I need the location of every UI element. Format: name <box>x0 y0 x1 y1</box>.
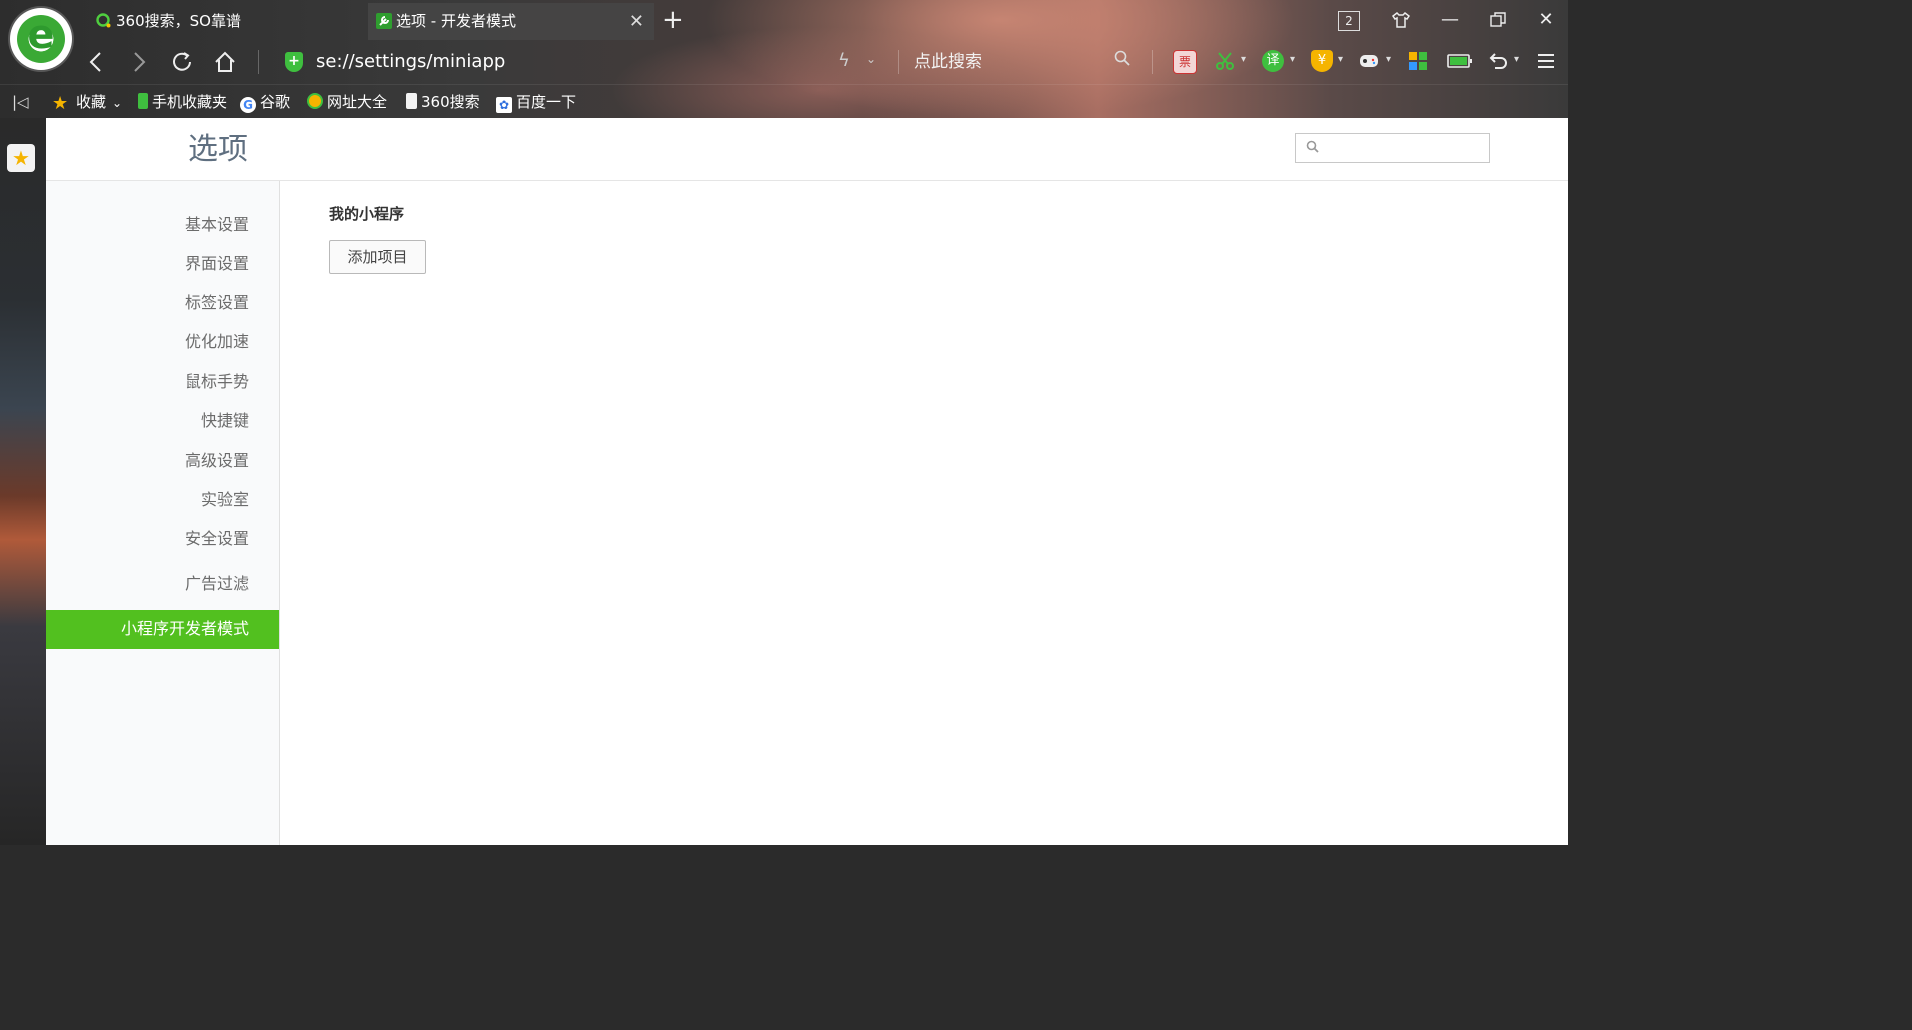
360-search-icon <box>96 13 111 28</box>
divider <box>898 50 899 74</box>
minimize-icon[interactable]: — <box>1435 6 1465 34</box>
sidebar-item-tabs[interactable]: 标签设置 <box>185 292 249 314</box>
security-shield-icon[interactable]: + <box>285 52 303 72</box>
bookmarks-bar: |◁ ★ 收藏 ⌄ 手机收藏夹 G 谷歌 网址大全 360搜索 ✿ 百度一下 <box>0 84 1568 119</box>
menu-icon[interactable] <box>1535 50 1557 72</box>
sidebar-item-miniapp-dev[interactable]: 小程序开发者模式 <box>46 610 279 649</box>
restore-icon[interactable] <box>1483 6 1513 34</box>
file-icon <box>406 93 417 109</box>
tab-count-badge[interactable]: 2 <box>1338 11 1360 31</box>
lightning-icon[interactable]: ϟ <box>838 50 850 71</box>
sidebar-item-lab[interactable]: 实验室 <box>201 489 249 511</box>
settings-content: 我的小程序 添加项目 <box>329 204 426 274</box>
coupon-shield-icon[interactable]: ¥ <box>1311 50 1333 72</box>
section-title: 我的小程序 <box>329 205 405 223</box>
sidebar-item-security[interactable]: 安全设置 <box>185 528 249 550</box>
sidebar-item-ad-filter[interactable]: 广告过滤 <box>185 573 249 595</box>
phone-icon <box>138 93 148 109</box>
tab-label: 选项 - 开发者模式 <box>396 12 516 30</box>
bookmark-mobile[interactable]: 手机收藏夹 <box>138 91 227 113</box>
baidu-paw-icon: ✿ <box>496 97 512 113</box>
star-icon: ★ <box>52 93 69 114</box>
browser-chrome: e 360搜索，SO靠谱 选项 - 开发者模式 ✕ + 2 — ✕ + se:/… <box>0 0 1568 118</box>
navigation-bar: + se://settings/miniapp ϟ ⌄ 点此搜索 票 ▾ 译 ▾… <box>0 40 1568 84</box>
chevron-down-icon[interactable]: ▾ <box>1514 54 1519 65</box>
bookmark-site-nav[interactable]: 网址大全 <box>307 91 387 113</box>
search-icon <box>1306 140 1319 157</box>
chevron-down-icon[interactable]: ▾ <box>1290 54 1295 65</box>
collapse-sidebar-icon[interactable]: |◁ <box>12 91 29 113</box>
close-window-icon[interactable]: ✕ <box>1531 6 1561 34</box>
bookmark-google[interactable]: G 谷歌 <box>240 91 290 113</box>
forward-icon[interactable] <box>123 46 155 78</box>
chevron-down-icon[interactable]: ⌄ <box>866 52 876 66</box>
apps-grid-icon[interactable] <box>1407 50 1429 72</box>
settings-sidebar: 基本设置 界面设置 标签设置 优化加速 鼠标手势 快捷键 高级设置 实验室 安全… <box>46 181 280 845</box>
sidebar-item-advanced[interactable]: 高级设置 <box>185 450 249 472</box>
google-icon: G <box>240 97 256 113</box>
new-tab-button[interactable]: + <box>662 4 684 36</box>
translate-icon[interactable]: 译 <box>1262 50 1284 72</box>
reload-icon[interactable] <box>166 46 198 78</box>
back-icon[interactable] <box>80 46 112 78</box>
ticket-icon[interactable]: 票 <box>1173 50 1197 74</box>
bookmark-favorites[interactable]: ★ 收藏 ⌄ <box>52 91 122 114</box>
tab-label: 360搜索，SO靠谱 <box>116 12 241 30</box>
sidebar-item-mouse-gestures[interactable]: 鼠标手势 <box>185 371 249 393</box>
chevron-down-icon[interactable]: ▾ <box>1241 54 1246 65</box>
bookmark-360-search[interactable]: 360搜索 <box>406 91 480 113</box>
tab-360-search[interactable]: 360搜索，SO靠谱 <box>88 3 366 40</box>
site-nav-icon <box>307 93 323 109</box>
tab-bar: e 360搜索，SO靠谱 选项 - 开发者模式 ✕ + 2 — ✕ <box>0 0 1568 70</box>
home-icon[interactable] <box>209 46 241 78</box>
wrench-icon <box>376 13 392 29</box>
search-icon[interactable] <box>1114 50 1130 71</box>
page-header: 选项 <box>46 118 1568 181</box>
undo-icon[interactable] <box>1487 50 1509 72</box>
settings-search-input[interactable] <box>1295 133 1490 163</box>
search-input[interactable]: 点此搜索 <box>914 48 982 76</box>
chevron-down-icon: ⌄ <box>112 96 123 110</box>
battery-icon[interactable] <box>1447 50 1473 72</box>
tab-settings[interactable]: 选项 - 开发者模式 ✕ <box>368 3 654 40</box>
divider <box>1152 50 1153 74</box>
sidebar-item-label: 小程序开发者模式 <box>120 619 249 638</box>
address-bar-url[interactable]: se://settings/miniapp <box>316 48 505 76</box>
sidebar-item-interface[interactable]: 界面设置 <box>185 253 249 275</box>
sidebar-item-optimize[interactable]: 优化加速 <box>185 331 249 353</box>
bookmark-baidu[interactable]: ✿ 百度一下 <box>496 91 576 113</box>
skin-shirt-icon[interactable] <box>1386 6 1416 34</box>
side-strip: ★ <box>0 118 46 845</box>
sidebar-item-shortcuts[interactable]: 快捷键 <box>201 410 249 432</box>
favorites-star-icon[interactable]: ★ <box>7 144 35 172</box>
chevron-down-icon[interactable]: ▾ <box>1386 54 1391 65</box>
page-title: 选项 <box>188 132 248 167</box>
settings-page: 选项 基本设置 界面设置 标签设置 优化加速 鼠标手势 快捷键 高级设置 实验室… <box>46 118 1568 845</box>
chevron-down-icon[interactable]: ▾ <box>1338 54 1343 65</box>
sidebar-item-basic[interactable]: 基本设置 <box>185 214 249 236</box>
close-tab-icon[interactable]: ✕ <box>629 3 644 40</box>
gamepad-icon[interactable] <box>1358 50 1380 72</box>
add-project-button[interactable]: 添加项目 <box>329 240 426 274</box>
scissors-icon[interactable] <box>1214 50 1236 72</box>
divider <box>258 50 259 74</box>
